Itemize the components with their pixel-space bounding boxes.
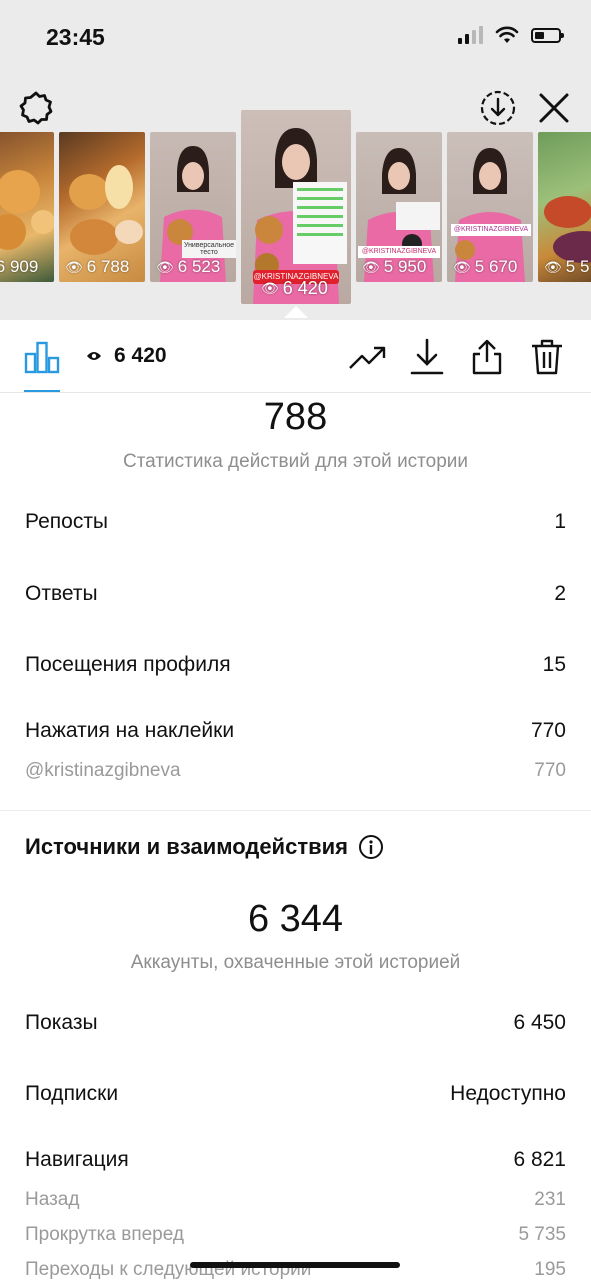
stat-row-impressions: Показы 6 450	[25, 1011, 566, 1034]
trash-icon	[532, 339, 562, 375]
story-thumbnail[interactable]: Универсальное тесто 👁 6 523	[150, 132, 236, 282]
save-button[interactable]	[408, 338, 446, 376]
battery-icon	[531, 27, 564, 43]
stat-row-profile-visits: Посещения профиля 15	[25, 653, 566, 676]
delete-button[interactable]	[528, 338, 566, 376]
actions-caption: Статистика действий для этой истории	[122, 451, 469, 472]
wifi-icon	[495, 26, 519, 43]
status-icons	[458, 26, 564, 44]
reach-total: 6 344	[247, 898, 344, 940]
discovery-section-title: Источники и взаимодействия	[25, 834, 384, 860]
insights-toolbar: 6 420	[0, 320, 591, 393]
status-time: 23:45	[46, 24, 105, 50]
actions-total: 788	[263, 396, 328, 438]
story-viewer-header: 23:45 👁6 909	[0, 0, 591, 320]
story-thumbnail-strip: 👁6 909 👁6 788 Универсальное тесто 👁6 523…	[0, 110, 591, 310]
trending-up-icon	[349, 346, 386, 369]
story-thumbnail-selected[interactable]: @KRISTINAZGIBNEVA 👁 6 420	[241, 110, 351, 304]
eye-icon	[87, 352, 101, 360]
section-divider	[0, 810, 591, 811]
stat-row-follows: Подписки Недоступно	[25, 1082, 566, 1105]
stat-row-sticker-mention[interactable]: @kristinazgibneva 770	[25, 760, 566, 782]
viewers-count[interactable]: 6 420	[86, 344, 167, 368]
info-icon[interactable]	[358, 834, 384, 860]
selected-story-pointer	[284, 306, 308, 318]
stat-row-sticker-taps: Нажатия на наклейки 770	[25, 719, 566, 742]
bar-chart-icon	[24, 341, 60, 374]
stat-row-forward: Прокрутка вперед 5 735	[25, 1224, 566, 1245]
active-tab-indicator	[24, 390, 60, 392]
insights-tab[interactable]	[24, 340, 60, 374]
stat-row-replies: Ответы 2	[25, 582, 566, 605]
story-thumbnail[interactable]: @KRISTINAZGIBNEVA 👁 5 950	[356, 132, 442, 282]
stat-row-back: Назад 231	[25, 1189, 566, 1210]
story-thumbnail[interactable]: 👁6 909	[0, 132, 54, 282]
stat-row-shares: Репосты 1	[25, 510, 566, 533]
story-thumbnail[interactable]: 👁 5 5	[538, 132, 591, 282]
share-icon	[472, 339, 502, 375]
share-button[interactable]	[468, 338, 506, 376]
download-icon	[410, 338, 444, 375]
cellular-signal-icon	[458, 26, 483, 44]
story-thumbnail[interactable]: @KRISTINAZGIBNEVA 👁 5 670	[447, 132, 533, 282]
reach-caption: Аккаунты, охваченные этой историей	[130, 952, 461, 973]
story-thumbnail[interactable]: 👁 6 788	[59, 132, 145, 282]
promote-button[interactable]	[348, 338, 386, 376]
home-indicator[interactable]	[190, 1262, 400, 1268]
stat-row-navigation: Навигация 6 821	[25, 1148, 566, 1171]
